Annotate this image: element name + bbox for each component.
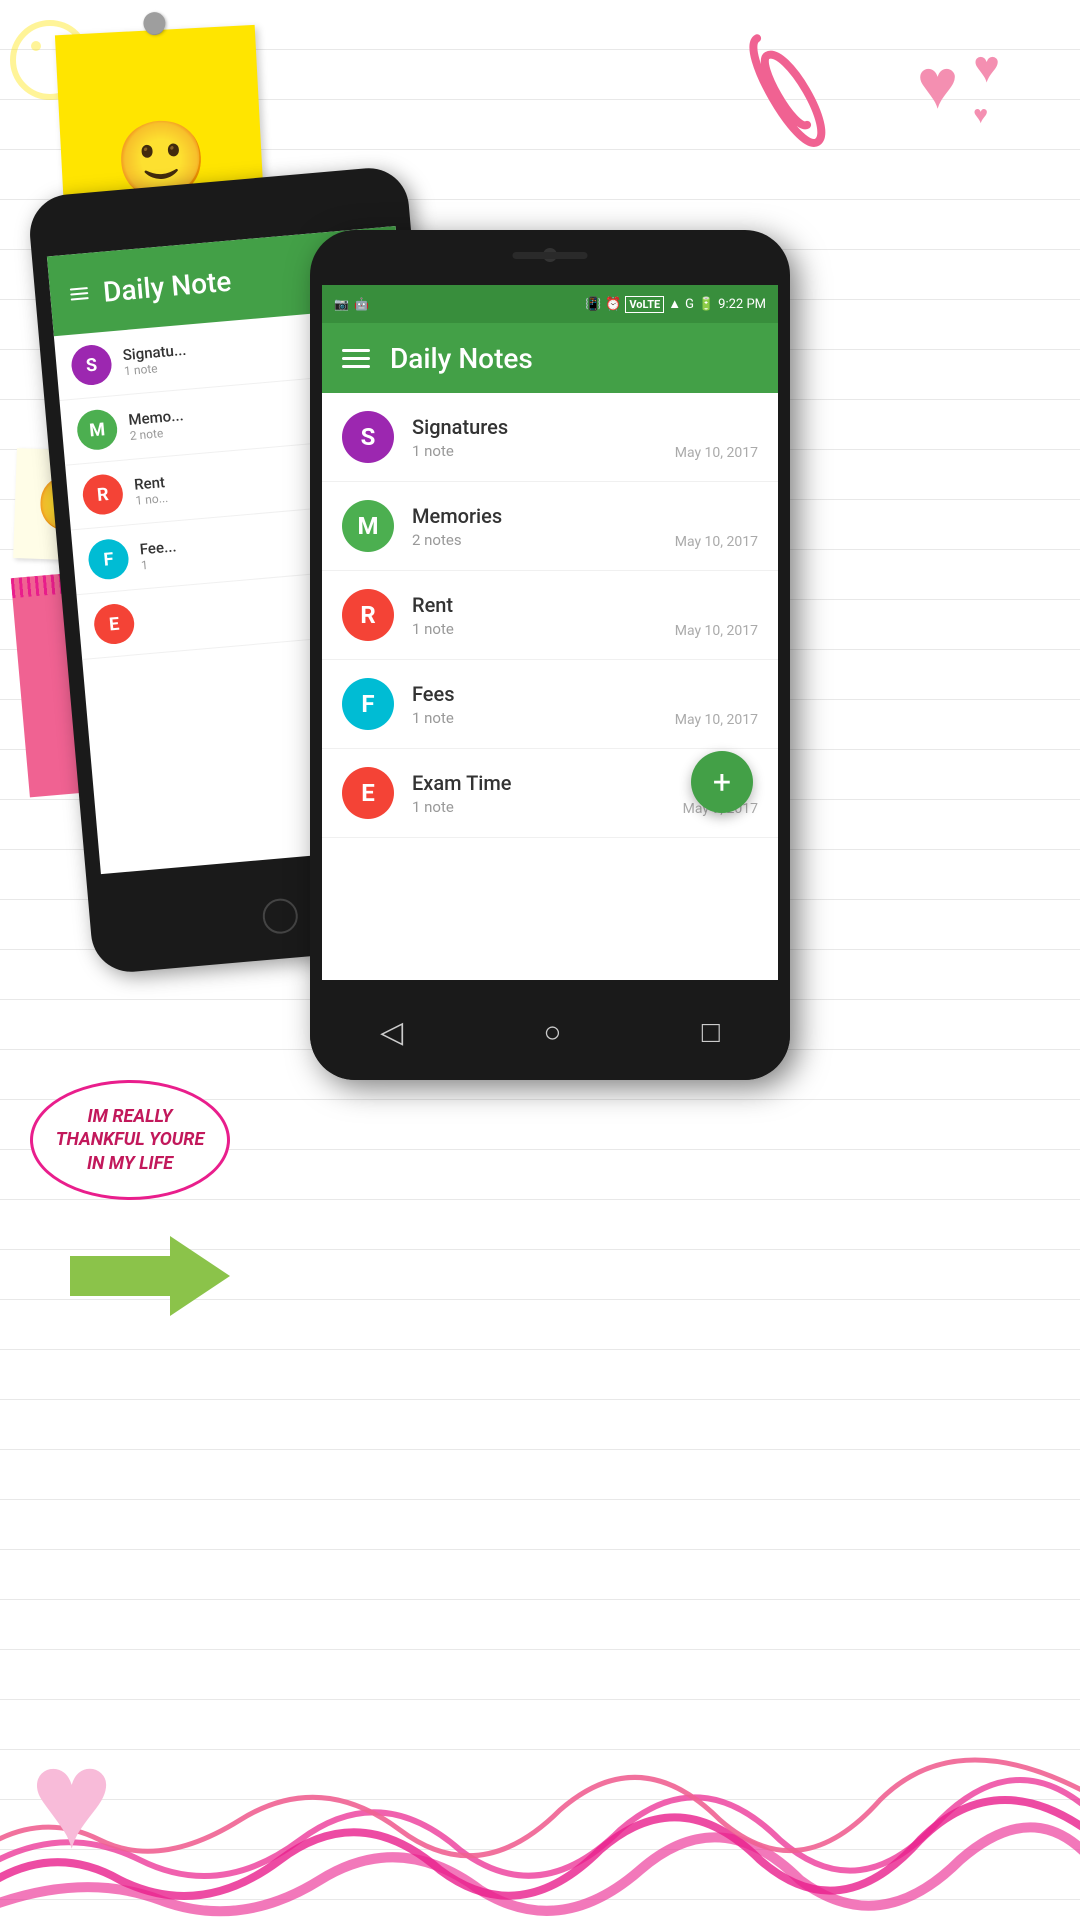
note-date-rent: May 10, 2017 [675,623,758,639]
instagram-icon: 📷 [334,297,349,311]
back-avatar-e: E [93,602,136,645]
avatar-rent: R [342,589,394,641]
status-bar: 📷 🤖 📳 ⏰ VoLTE ▲ G 🔋 9:22 PM [322,285,778,323]
note-date-signatures: May 10, 2017 [675,445,758,461]
note-item-signatures[interactable]: S Signatures 1 note May 10, 2017 [322,393,778,482]
note-item-memories[interactable]: M Memories 2 notes May 10, 2017 [322,482,778,571]
time-display: 9:22 PM [718,297,766,312]
app-header: Daily Notes [322,323,778,393]
notes-list: S Signatures 1 note May 10, 2017 M Memor… [322,393,778,838]
volte-label: VoLTE [625,296,664,313]
alarm-icon: ⏰ [605,297,621,312]
wifi-icon: G [685,297,694,312]
battery-icon: 🔋 [698,297,714,312]
back-note-info: Rent 1 no... [133,473,168,508]
avatar-memories: M [342,500,394,552]
signal-icon: ▲ [668,296,681,312]
status-bar-left: 📷 🤖 [334,297,369,311]
back-avatar-s: S [70,343,113,386]
home-nav-button[interactable]: ○ [543,1015,561,1050]
note-date-memories: May 10, 2017 [675,534,758,550]
back-note-info: Memo... 2 note [128,406,186,443]
note-title-rent: Rent [412,593,758,617]
app-title: Daily Notes [390,342,533,375]
android-icon: 🤖 [354,297,369,311]
back-avatar-m: M [76,408,119,451]
back-note-info: Signatu... 1 note [122,341,188,378]
back-home-button [261,897,299,935]
navigation-bar: ◁ ○ □ [310,985,790,1080]
back-app-title: Daily Note [102,264,233,308]
back-avatar-r: R [81,473,124,516]
status-bar-right: 📳 ⏰ VoLTE ▲ G 🔋 9:22 PM [585,296,766,313]
front-speaker [513,252,588,259]
note-item-rent[interactable]: R Rent 1 note May 10, 2017 [322,571,778,660]
note-date-fees: May 10, 2017 [675,712,758,728]
back-hamburger-icon [70,287,89,301]
add-note-plus-icon: + [713,766,731,798]
back-nav-button[interactable]: ◁ [380,1015,403,1050]
note-item-fees[interactable]: F Fees 1 note May 10, 2017 [322,660,778,749]
hamburger-menu-button[interactable] [342,349,370,368]
add-note-fab-button[interactable]: + [691,751,753,813]
vibrate-icon: 📳 [585,297,601,312]
back-avatar-f: F [87,538,130,581]
recents-nav-button[interactable]: □ [702,1015,720,1050]
phone-front: 📷 🤖 📳 ⏰ VoLTE ▲ G 🔋 9:22 PM Daily Notes [310,230,790,1080]
note-title-fees: Fees [412,682,758,706]
back-note-info: Fee... 1 [139,537,178,572]
avatar-examtime: E [342,767,394,819]
avatar-fees: F [342,678,394,730]
note-title-memories: Memories [412,504,758,528]
phone-front-screen: 📷 🤖 📳 ⏰ VoLTE ▲ G 🔋 9:22 PM Daily Notes [322,285,778,980]
avatar-signatures: S [342,411,394,463]
note-title-signatures: Signatures [412,415,758,439]
